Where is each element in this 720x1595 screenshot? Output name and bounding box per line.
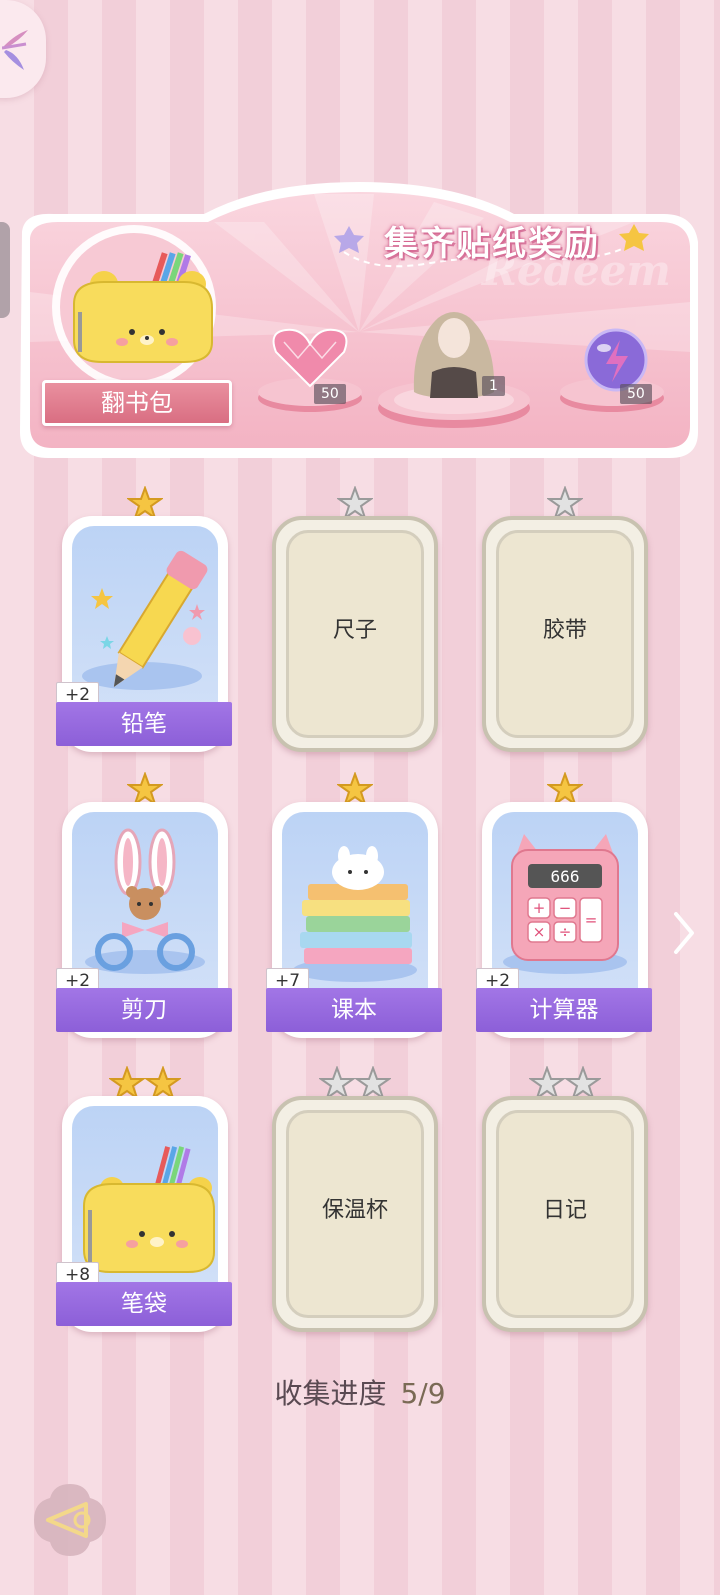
sticker-card-ruler-locked[interactable]: 尺子: [272, 486, 438, 752]
sticker-card-scissors[interactable]: +2 剪刀: [56, 772, 232, 1038]
svg-text:+: +: [533, 899, 546, 917]
reward-count: 50: [620, 384, 652, 404]
card-name: 尺子: [332, 618, 377, 643]
gray-star-icon: [547, 486, 583, 520]
reward-count: 50: [314, 384, 346, 404]
gray-star-icon: [354, 1066, 391, 1100]
card-name: 计算器: [476, 988, 652, 1032]
sticker-card-tape-locked[interactable]: 胶带: [482, 486, 648, 752]
sticker-card-thermos-locked[interactable]: 保温杯: [272, 1066, 438, 1332]
card-name: 课本: [266, 988, 442, 1032]
collection-progress: 收集进度 5/9: [0, 1372, 720, 1412]
gray-star-icon: [319, 1066, 356, 1100]
gold-star-icon: [127, 486, 163, 520]
pink-heart-gem-icon[interactable]: [254, 322, 370, 422]
card-name: 笔袋: [56, 1282, 232, 1326]
progress-label: 收集进度: [274, 1377, 387, 1410]
gold-star-icon: [127, 772, 163, 806]
card-name: 保温杯: [321, 1198, 388, 1223]
next-page-arrow-icon[interactable]: [672, 910, 696, 956]
bag-label[interactable]: 翻书包: [42, 380, 232, 426]
gold-star-icon: [144, 1066, 181, 1100]
menu-corner-button[interactable]: [0, 0, 46, 98]
sticker-card-textbook[interactable]: +7 课本: [266, 772, 442, 1038]
gold-star-icon: [337, 772, 373, 806]
card-name: 铅笔: [56, 702, 232, 746]
gold-star-icon: [547, 772, 583, 806]
gray-star-icon: [337, 486, 373, 520]
sticker-card-calculator[interactable]: + − = × ÷ 666 +2 计算器: [476, 772, 652, 1038]
svg-text:=: =: [585, 911, 598, 929]
banner-title: 集齐贴纸奖励: [384, 224, 600, 264]
character-avatar-icon[interactable]: [374, 302, 534, 434]
sticker-card-diary-locked[interactable]: 日记: [482, 1066, 648, 1332]
progress-value: 5/9: [400, 1377, 446, 1410]
svg-text:÷: ÷: [559, 923, 572, 941]
pencil-case-reward-icon[interactable]: [44, 222, 224, 392]
svg-text:−: −: [559, 899, 572, 917]
petal-menu-icon: [2, 30, 28, 70]
purple-energy-orb-icon[interactable]: [554, 322, 670, 422]
side-drawer-tab[interactable]: [0, 222, 10, 318]
sticker-reward-banner: Redeem 集齐贴纸奖励 翻书包 50 1 50: [14, 182, 704, 466]
back-button[interactable]: [30, 1480, 110, 1560]
card-name: 胶带: [542, 618, 587, 643]
gray-star-icon: [529, 1066, 566, 1100]
card-name: 剪刀: [56, 988, 232, 1032]
sticker-card-pencil[interactable]: +2 铅笔: [56, 486, 232, 752]
sticker-card-pencil-case[interactable]: +8 笔袋: [56, 1066, 232, 1332]
card-name: 日记: [542, 1198, 587, 1223]
gold-star-icon: [109, 1066, 146, 1100]
svg-text:×: ×: [533, 923, 546, 941]
reward-count: 1: [482, 376, 505, 396]
calculator-display: 666: [551, 867, 580, 886]
gray-star-icon: [564, 1066, 601, 1100]
